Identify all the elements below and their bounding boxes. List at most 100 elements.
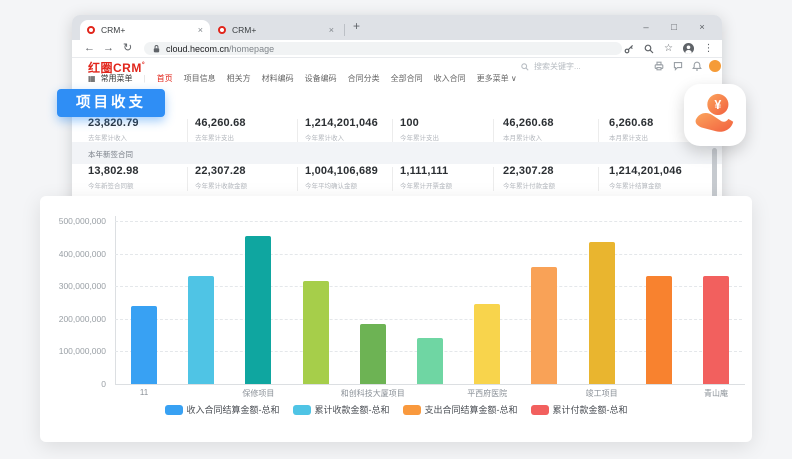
grid-menu-icon[interactable]: ▦ bbox=[88, 74, 96, 83]
nav-item[interactable]: 收入合同 bbox=[434, 73, 466, 84]
stat-divider bbox=[493, 167, 494, 191]
nav-item[interactable]: 项目信息 bbox=[184, 73, 216, 84]
legend-item[interactable]: 收入合同结算金额-总和 bbox=[165, 403, 280, 416]
nav-separator: | bbox=[144, 74, 146, 83]
x-axis-label: 保修项目 bbox=[198, 388, 318, 399]
minimize-button[interactable]: – bbox=[632, 15, 660, 40]
nav-item[interactable]: 材料编码 bbox=[262, 73, 294, 84]
reload-button[interactable]: ↻ bbox=[123, 40, 132, 57]
url-bar[interactable]: cloud.hecom.cn/homepage bbox=[144, 42, 622, 55]
y-axis-label: 400,000,000 bbox=[40, 249, 106, 259]
stat-label: 今年新签合同额 bbox=[88, 180, 139, 190]
tab-close-icon[interactable]: × bbox=[198, 25, 203, 35]
x-axis-line bbox=[115, 384, 745, 385]
x-axis-label: 平西府医院 bbox=[427, 388, 547, 399]
chart-bar[interactable] bbox=[360, 324, 386, 384]
chart-bar[interactable] bbox=[417, 338, 443, 384]
stat-column: 1,004,106,689 今年平均确认金额 bbox=[305, 165, 378, 190]
stat-column: 22,307.28今年累计收款金额 bbox=[195, 165, 247, 190]
legend-item[interactable]: 累计付款金额-总和 bbox=[531, 403, 628, 416]
stat-value: 23,820.79 bbox=[88, 117, 139, 129]
stat-label: 今年累计收入 bbox=[305, 132, 378, 142]
stat-value: 6,260.68 bbox=[609, 117, 653, 129]
stat-value: 46,260.68 bbox=[195, 117, 246, 129]
stat-divider bbox=[187, 119, 188, 143]
chart-bar[interactable] bbox=[131, 306, 157, 384]
nav-item[interactable]: 全部合同 bbox=[391, 73, 423, 84]
y-axis-label: 500,000,000 bbox=[40, 216, 106, 226]
gridline bbox=[115, 221, 742, 222]
bell-icon[interactable] bbox=[692, 61, 702, 71]
tab-close-icon[interactable]: × bbox=[329, 25, 334, 35]
legend-item[interactable]: 支出合同结算金额-总和 bbox=[403, 403, 518, 416]
stat-divider bbox=[392, 167, 393, 191]
printer-icon[interactable] bbox=[654, 61, 664, 71]
new-tab-button[interactable]: + bbox=[353, 19, 360, 33]
stat-label: 今年平均确认金额 bbox=[305, 180, 378, 190]
stats-row-2: 13,802.98 今年新签合同额 22,307.28今年累计收款金额 1,004,1… bbox=[72, 165, 722, 197]
crm-nav-bar: ▦常用菜单|首页项目信息相关方材料编码设备编码合同分类全部合同收入合同更多菜单 … bbox=[88, 73, 708, 84]
tab-strip: CRM+×CRM+× + –□× bbox=[72, 15, 722, 40]
legend-item[interactable]: 累计收款金额-总和 bbox=[293, 403, 390, 416]
legend-swatch bbox=[293, 405, 311, 415]
chat-icon[interactable] bbox=[673, 61, 683, 71]
close-button[interactable]: × bbox=[688, 15, 716, 40]
stat-value: 1,214,201,046 bbox=[609, 165, 682, 177]
nav-item[interactable]: 合同分类 bbox=[348, 73, 380, 84]
profile-icon[interactable] bbox=[683, 43, 694, 54]
yuan-hand-graphic: ¥ bbox=[692, 92, 738, 138]
gridline bbox=[115, 254, 742, 255]
stat-divider bbox=[297, 167, 298, 191]
stat-column: 46,260.68本月累计收入 bbox=[503, 117, 554, 142]
y-axis-label: 200,000,000 bbox=[40, 314, 106, 324]
tab-title: CRM+ bbox=[232, 25, 325, 35]
nav-item[interactable]: 设备编码 bbox=[305, 73, 337, 84]
window-controls: –□× bbox=[632, 15, 716, 40]
stat-column: 1,214,201,046今年累计收入 bbox=[305, 117, 378, 142]
chart-bar[interactable] bbox=[188, 276, 214, 384]
yuan-symbol: ¥ bbox=[714, 98, 721, 112]
stat-column: 1,214,201,046 今年累计结算金额 bbox=[609, 165, 682, 190]
menu-icon[interactable]: ⋮ bbox=[703, 43, 714, 54]
nav-item[interactable]: 首页 bbox=[157, 73, 173, 84]
stat-label: 今年累计结算金额 bbox=[609, 180, 682, 190]
stat-column: 23,820.79去年累计收入 bbox=[88, 117, 139, 142]
stat-divider bbox=[297, 119, 298, 143]
screenshot-canvas: CRM+×CRM+× + –□× ← → ↻ cloud.hecom.cn/ho… bbox=[0, 0, 792, 459]
chart-bar[interactable] bbox=[303, 281, 329, 384]
maximize-button[interactable]: □ bbox=[660, 15, 688, 40]
browser-tab[interactable]: CRM+× bbox=[80, 20, 210, 40]
zoom-icon[interactable] bbox=[643, 43, 654, 54]
stat-column: 100今年累计支出 bbox=[400, 117, 439, 142]
chart-bar[interactable] bbox=[531, 267, 557, 384]
stat-column: 22,307.28今年累计付款金额 bbox=[503, 165, 555, 190]
stat-label: 今年累计支出 bbox=[400, 132, 439, 142]
back-button[interactable]: ← bbox=[84, 40, 95, 57]
browser-tab[interactable]: CRM+ × bbox=[211, 20, 341, 40]
key-icon[interactable] bbox=[623, 43, 634, 54]
chart-legend: 收入合同结算金额-总和累计收款金额-总和支出合同结算金额-总和累计付款金额-总和 bbox=[40, 403, 752, 416]
chart-bar[interactable] bbox=[646, 276, 672, 384]
chart-bar[interactable] bbox=[589, 242, 615, 384]
stat-value: 13,802.98 bbox=[88, 165, 139, 177]
stat-divider bbox=[392, 119, 393, 143]
stat-value: 1,004,106,689 bbox=[305, 165, 378, 177]
legend-swatch bbox=[403, 405, 421, 415]
address-bar-icons: ☆⋮ bbox=[623, 40, 714, 57]
y-axis-label: 300,000,000 bbox=[40, 281, 106, 291]
chart-bar[interactable] bbox=[245, 236, 271, 384]
star-icon[interactable]: ☆ bbox=[663, 43, 674, 54]
stat-label: 今年累计开票金额 bbox=[400, 180, 452, 190]
chart-bar[interactable] bbox=[474, 304, 500, 384]
yuan-hand-icon[interactable]: ¥ bbox=[684, 84, 746, 146]
nav-item[interactable]: 相关方 bbox=[227, 73, 251, 84]
y-axis-line bbox=[115, 216, 116, 384]
stat-column: 13,802.98 今年新签合同额 bbox=[88, 165, 139, 190]
chart-bar[interactable] bbox=[703, 276, 729, 384]
address-bar: ← → ↻ cloud.hecom.cn/homepage ☆⋮ bbox=[72, 40, 722, 58]
search-input[interactable] bbox=[532, 61, 606, 72]
nav-item[interactable]: 更多菜单 ∨ bbox=[477, 73, 517, 84]
forward-button[interactable]: → bbox=[103, 40, 114, 57]
project-balance-badge[interactable]: 项目收支 bbox=[57, 89, 165, 117]
user-avatar[interactable] bbox=[709, 60, 721, 72]
